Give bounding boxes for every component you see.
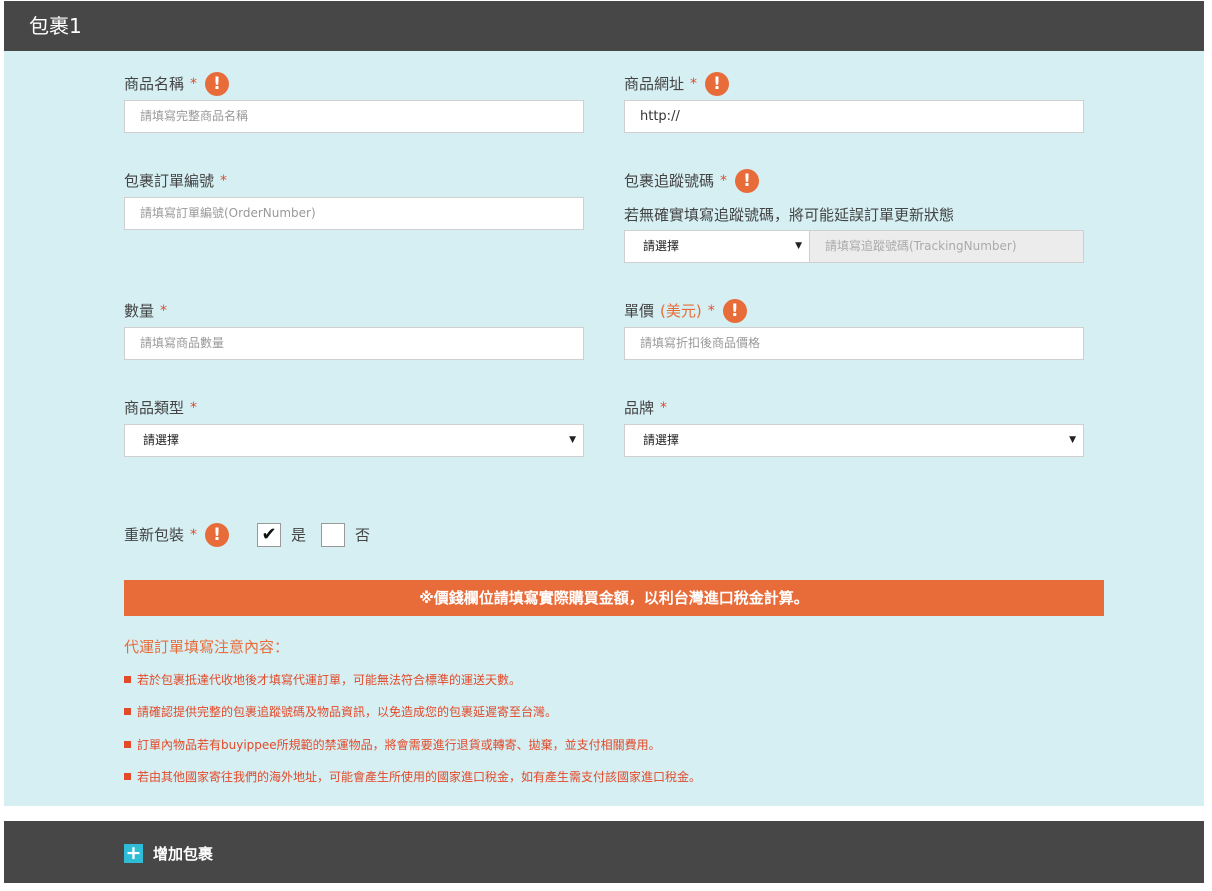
- chevron-down-icon: ▼: [569, 435, 576, 445]
- category-label: 商品類型 *: [124, 395, 197, 421]
- note-text: 若由其他國家寄往我們的海外地址，可能會產生所使用的國家進口稅金，如有產生需支付該…: [137, 770, 702, 784]
- order-number-label: 包裹訂單編號 *: [124, 168, 227, 194]
- quantity-input[interactable]: 請填寫商品數量: [124, 327, 584, 360]
- warning-icon[interactable]: !: [722, 299, 747, 323]
- chevron-down-icon: ▼: [1069, 435, 1076, 445]
- tracking-hint: 若無確實填寫追蹤號碼，將可能延誤訂單更新狀態: [624, 206, 955, 224]
- package-header: 包裹1: [4, 1, 1204, 51]
- footer-bar: + 增加包裹: [4, 821, 1204, 883]
- product-name-label: 商品名稱 * !: [124, 71, 230, 97]
- required-mark: *: [707, 303, 715, 319]
- note-text: 請確認提供完整的包裹追蹤號碼及物品資訊，以免造成您的包裹延遲寄至台灣。: [137, 705, 558, 719]
- repack-no-checkbox[interactable]: [321, 523, 345, 547]
- quantity-label-text: 數量: [124, 302, 155, 320]
- unit-price-currency: (美元): [660, 302, 702, 320]
- package-form: 商品名稱 * ! 請填寫完整商品名稱 商品網址 * ! http:// 包裹訂單…: [4, 51, 1204, 806]
- warning-icon[interactable]: !: [205, 72, 230, 96]
- required-mark: *: [190, 400, 198, 416]
- notes-title: 代運訂單填寫注意內容：: [124, 638, 290, 656]
- product-url-label: 商品網址 * !: [624, 71, 730, 97]
- add-package-label: 增加包裹: [153, 845, 214, 863]
- brand-select-value: 請選擇: [643, 433, 680, 447]
- product-url-label-text: 商品網址: [624, 75, 685, 93]
- tracking-number-input[interactable]: 請填寫追蹤號碼(TrackingNumber): [809, 230, 1084, 263]
- chevron-down-icon: ▼: [795, 241, 802, 251]
- category-select[interactable]: 請選擇 ▼: [124, 424, 584, 457]
- brand-label-text: 品牌: [624, 399, 655, 417]
- bullet-icon: [124, 708, 131, 715]
- category-select-value: 請選擇: [143, 433, 180, 447]
- order-number-label-text: 包裹訂單編號: [124, 172, 215, 190]
- check-icon: ✔: [261, 524, 277, 545]
- brand-label: 品牌 *: [624, 395, 667, 421]
- plus-icon: +: [124, 842, 143, 864]
- carrier-select-value: 請選擇: [643, 239, 680, 253]
- repack-label: 重新包裝 * !: [124, 522, 230, 548]
- product-name-input[interactable]: 請填寫完整商品名稱: [124, 100, 584, 133]
- unit-price-label: 單價 (美元) * !: [624, 298, 747, 324]
- repack-no-label[interactable]: 否: [355, 523, 370, 547]
- unit-price-input[interactable]: 請填寫折扣後商品價格: [624, 327, 1084, 360]
- product-name-label-text: 商品名稱: [124, 75, 185, 93]
- required-mark: *: [190, 76, 198, 92]
- note-item: 訂單內物品若有buyippee所規範的禁運物品，將會需要進行退貨或轉寄、拋棄，並…: [124, 736, 661, 753]
- quantity-label: 數量 *: [124, 298, 167, 324]
- note-item: 若於包裹抵達代收地後才填寫代運訂單，可能無法符合標準的運送天數。: [124, 671, 521, 688]
- bullet-icon: [124, 676, 131, 683]
- note-item: 請確認提供完整的包裹追蹤號碼及物品資訊，以免造成您的包裹延遲寄至台灣。: [124, 703, 557, 720]
- repack-label-text: 重新包裝: [124, 526, 185, 544]
- required-mark: *: [190, 527, 198, 543]
- required-mark: *: [720, 173, 728, 189]
- note-text: 若於包裹抵達代收地後才填寫代運訂單，可能無法符合標準的運送天數。: [137, 673, 522, 687]
- required-mark: *: [660, 400, 668, 416]
- required-mark: *: [690, 76, 698, 92]
- bullet-icon: [124, 741, 131, 748]
- package-title: 包裹1: [29, 14, 82, 38]
- note-item: 若由其他國家寄往我們的海外地址，可能會產生所使用的國家進口稅金，如有產生需支付該…: [124, 768, 701, 785]
- bullet-icon: [124, 773, 131, 780]
- brand-select[interactable]: 請選擇 ▼: [624, 424, 1084, 457]
- price-notice-banner: ※價錢欄位請填寫實際購買金額，以利台灣進口稅金計算。: [124, 580, 1104, 616]
- product-url-input[interactable]: http://: [624, 100, 1084, 133]
- order-number-input[interactable]: 請填寫訂單編號(OrderNumber): [124, 197, 584, 230]
- repack-yes-checkbox[interactable]: ✔: [257, 523, 281, 547]
- required-mark: *: [220, 173, 228, 189]
- repack-yes-label[interactable]: 是: [291, 523, 306, 547]
- warning-icon[interactable]: !: [705, 72, 730, 96]
- required-mark: *: [160, 303, 168, 319]
- add-package-button[interactable]: + 增加包裹: [124, 843, 213, 864]
- note-text: 訂單內物品若有buyippee所規範的禁運物品，將會需要進行退貨或轉寄、拋棄，並…: [137, 738, 661, 752]
- carrier-select[interactable]: 請選擇 ▼: [624, 230, 810, 263]
- category-label-text: 商品類型: [124, 399, 185, 417]
- warning-icon[interactable]: !: [735, 169, 760, 193]
- tracking-number-label-text: 包裹追蹤號碼: [624, 172, 715, 190]
- warning-icon[interactable]: !: [205, 523, 230, 547]
- unit-price-label-text: 單價: [624, 302, 655, 320]
- tracking-number-label: 包裹追蹤號碼 * !: [624, 168, 760, 194]
